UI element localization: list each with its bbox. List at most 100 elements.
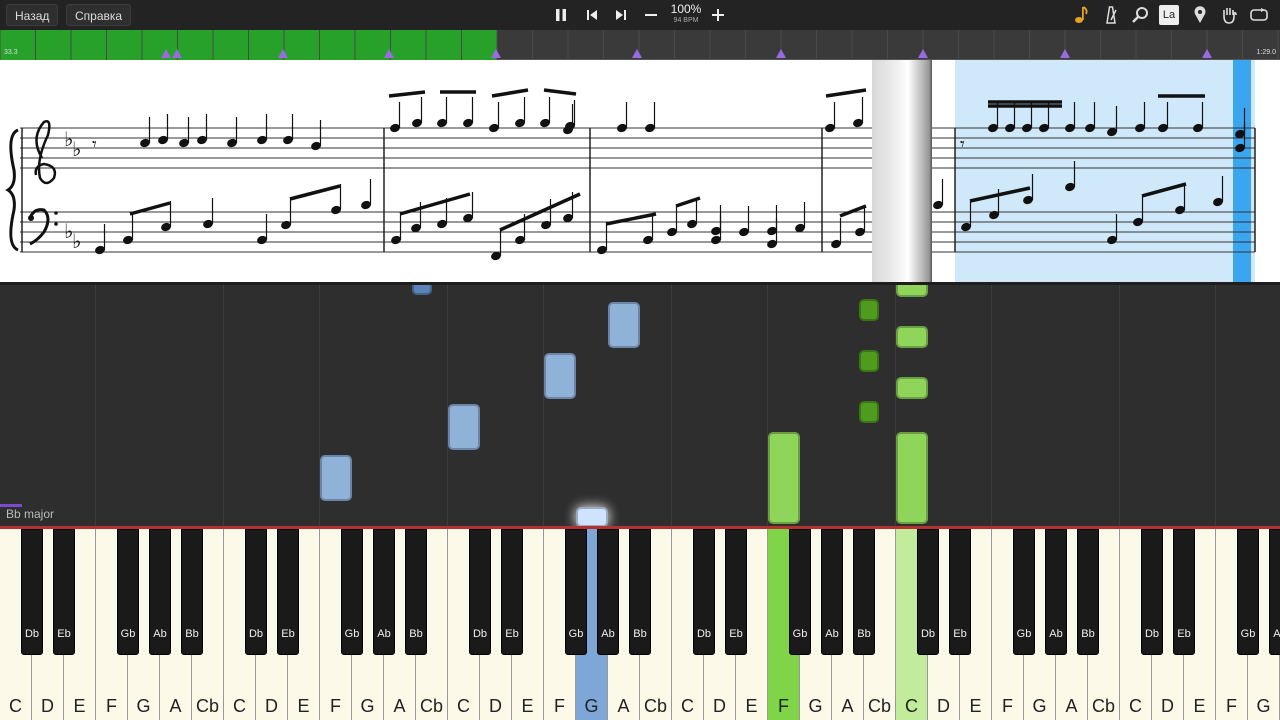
black-key-Gb[interactable]: Gb bbox=[789, 529, 811, 655]
black-key-Gb[interactable]: Gb bbox=[341, 529, 363, 655]
white-key-label: G bbox=[360, 696, 375, 716]
tempo-plus-icon[interactable] bbox=[707, 4, 729, 26]
top-toolbar: Назад Справка 100% 94 BPM La bbox=[0, 0, 1280, 30]
black-key-Ab[interactable]: Ab bbox=[149, 529, 171, 655]
black-key-Ab[interactable]: Ab bbox=[1045, 529, 1067, 655]
black-key-label: Eb bbox=[729, 628, 743, 640]
white-key-label: A bbox=[393, 696, 406, 716]
white-key-label: G bbox=[584, 696, 599, 716]
music-note-icon[interactable] bbox=[1070, 4, 1092, 26]
back-button[interactable]: Назад bbox=[6, 4, 59, 26]
black-key-Gb[interactable]: Gb bbox=[565, 529, 587, 655]
black-key-Bb[interactable]: Bb bbox=[405, 529, 427, 655]
timeline-marker[interactable] bbox=[384, 49, 394, 58]
timeline-marker[interactable] bbox=[632, 49, 642, 58]
black-key-Eb[interactable]: Eb bbox=[1173, 529, 1195, 655]
pause-icon[interactable] bbox=[550, 4, 572, 26]
black-key-Bb[interactable]: Bb bbox=[629, 529, 651, 655]
black-key-Ab[interactable]: Ab bbox=[1269, 529, 1280, 655]
black-key-Ab[interactable]: Ab bbox=[597, 529, 619, 655]
black-key-Bb[interactable]: Bb bbox=[1077, 529, 1099, 655]
white-key-label: Cb bbox=[419, 696, 443, 716]
black-key-label: Ab bbox=[601, 628, 615, 640]
black-key-Eb[interactable]: Eb bbox=[53, 529, 75, 655]
black-key-label: Gb bbox=[1240, 628, 1256, 640]
timeline-marker[interactable] bbox=[1202, 49, 1212, 58]
black-key-Db[interactable]: Db bbox=[1141, 529, 1163, 655]
white-key-label: A bbox=[169, 696, 182, 716]
help-button[interactable]: Справка bbox=[66, 4, 132, 26]
black-key-Db[interactable]: Db bbox=[245, 529, 267, 655]
skip-forward-icon[interactable] bbox=[610, 4, 632, 26]
octave-divider bbox=[1119, 285, 1120, 526]
white-key-label: F bbox=[778, 696, 789, 716]
timeline-marker[interactable] bbox=[491, 49, 501, 58]
white-key-label: Cb bbox=[195, 696, 219, 716]
sheet-music-panel[interactable]: ♭ ♭ ♭ ♭ 𝄾 𝄾 bbox=[0, 60, 1280, 282]
falling-note-left-hand bbox=[320, 455, 352, 501]
timeline-marker[interactable] bbox=[161, 49, 171, 58]
black-key-Db[interactable]: Db bbox=[21, 529, 43, 655]
white-key-label: G bbox=[808, 696, 823, 716]
white-key-label: D bbox=[1161, 696, 1174, 716]
falling-note-right-hand bbox=[859, 299, 879, 321]
black-key-label: Eb bbox=[1177, 628, 1191, 640]
white-key-label: C bbox=[457, 696, 470, 716]
black-key-label: Db bbox=[1144, 628, 1160, 640]
black-key-label: Gb bbox=[344, 628, 360, 640]
black-key-label: Bb bbox=[409, 628, 423, 640]
black-key-label: Gb bbox=[1016, 628, 1032, 640]
timeline-marker[interactable] bbox=[776, 49, 786, 58]
black-key-label: Bb bbox=[185, 628, 199, 640]
note-label-icon[interactable]: La bbox=[1159, 5, 1179, 25]
page-turn-shadow bbox=[872, 60, 932, 282]
grand-staff: ♭ ♭ ♭ ♭ 𝄾 𝄾 bbox=[5, 88, 1256, 261]
piano-keyboard[interactable]: C D E F G A Cb C D E F G A Cb C D E F G A Cb C D E F G A Cb C D E F G A Cb… bbox=[0, 526, 1280, 720]
timeline-marker[interactable] bbox=[918, 49, 928, 58]
black-key-Db[interactable]: Db bbox=[917, 529, 939, 655]
white-key-label: C bbox=[233, 696, 246, 716]
hand-icon[interactable] bbox=[1218, 4, 1240, 26]
black-key-Db[interactable]: Db bbox=[469, 529, 491, 655]
location-pin-icon[interactable] bbox=[1189, 4, 1211, 26]
falling-note-right-hand bbox=[896, 326, 928, 348]
timeline-marker[interactable] bbox=[172, 49, 182, 58]
octave-divider bbox=[1215, 285, 1216, 526]
falling-note-left-hand bbox=[448, 404, 480, 450]
white-key-label: Cb bbox=[643, 696, 667, 716]
white-key-label: F bbox=[1226, 696, 1237, 716]
black-key-Gb[interactable]: Gb bbox=[1237, 529, 1259, 655]
magnifier-icon[interactable] bbox=[1130, 4, 1152, 26]
black-key-Gb[interactable]: Gb bbox=[1013, 529, 1035, 655]
black-key-Eb[interactable]: Eb bbox=[277, 529, 299, 655]
svg-text:♭: ♭ bbox=[72, 137, 81, 161]
loop-icon[interactable] bbox=[1248, 4, 1270, 26]
timeline-marker[interactable] bbox=[1060, 49, 1070, 58]
white-key-label: Cb bbox=[867, 696, 891, 716]
white-key-label: F bbox=[330, 696, 341, 716]
black-key-Eb[interactable]: Eb bbox=[501, 529, 523, 655]
black-key-Bb[interactable]: Bb bbox=[853, 529, 875, 655]
white-key-label: F bbox=[554, 696, 565, 716]
falling-note-right-hand bbox=[859, 350, 879, 372]
black-key-label: Ab bbox=[377, 628, 391, 640]
white-key-label: D bbox=[41, 696, 54, 716]
timeline-marker[interactable] bbox=[278, 49, 288, 58]
song-progress-timeline[interactable]: 33.3 1:29.0 bbox=[0, 30, 1280, 60]
black-key-Ab[interactable]: Ab bbox=[821, 529, 843, 655]
black-key-Gb[interactable]: Gb bbox=[117, 529, 139, 655]
falling-note-right-hand bbox=[896, 285, 928, 297]
black-key-Ab[interactable]: Ab bbox=[373, 529, 395, 655]
black-key-Db[interactable]: Db bbox=[693, 529, 715, 655]
black-key-Eb[interactable]: Eb bbox=[949, 529, 971, 655]
octave-divider bbox=[543, 285, 544, 526]
skip-back-icon[interactable] bbox=[581, 4, 603, 26]
black-key-Bb[interactable]: Bb bbox=[181, 529, 203, 655]
svg-text:𝄾: 𝄾 bbox=[92, 134, 97, 155]
metronome-icon[interactable] bbox=[1100, 4, 1122, 26]
tempo-minus-icon[interactable] bbox=[640, 4, 662, 26]
white-key-label: C bbox=[9, 696, 22, 716]
white-key-label: F bbox=[106, 696, 117, 716]
timeline-current-time: 33.3 bbox=[4, 49, 18, 56]
black-key-Eb[interactable]: Eb bbox=[725, 529, 747, 655]
